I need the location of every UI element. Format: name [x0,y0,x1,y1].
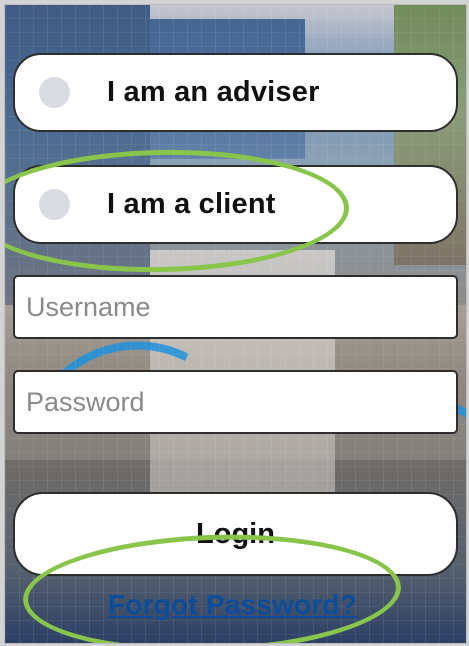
client-option-label: I am a client [107,188,276,220]
login-button[interactable]: Login [13,492,458,576]
adviser-option-label: I am an adviser [107,76,320,108]
background-building-left [5,5,150,305]
password-input[interactable] [15,372,456,432]
username-input[interactable] [15,277,456,337]
username-field[interactable] [13,275,458,339]
radio-circle-icon[interactable] [39,189,70,220]
radio-circle-icon[interactable] [39,77,70,108]
client-option[interactable]: I am a client [13,165,458,244]
forgot-password-link[interactable]: Forgot Password? [108,589,357,621]
adviser-option[interactable]: I am an adviser [13,53,458,132]
password-field[interactable] [13,370,458,434]
login-screen: I am an adviser I am a client Login Forg… [4,4,467,644]
